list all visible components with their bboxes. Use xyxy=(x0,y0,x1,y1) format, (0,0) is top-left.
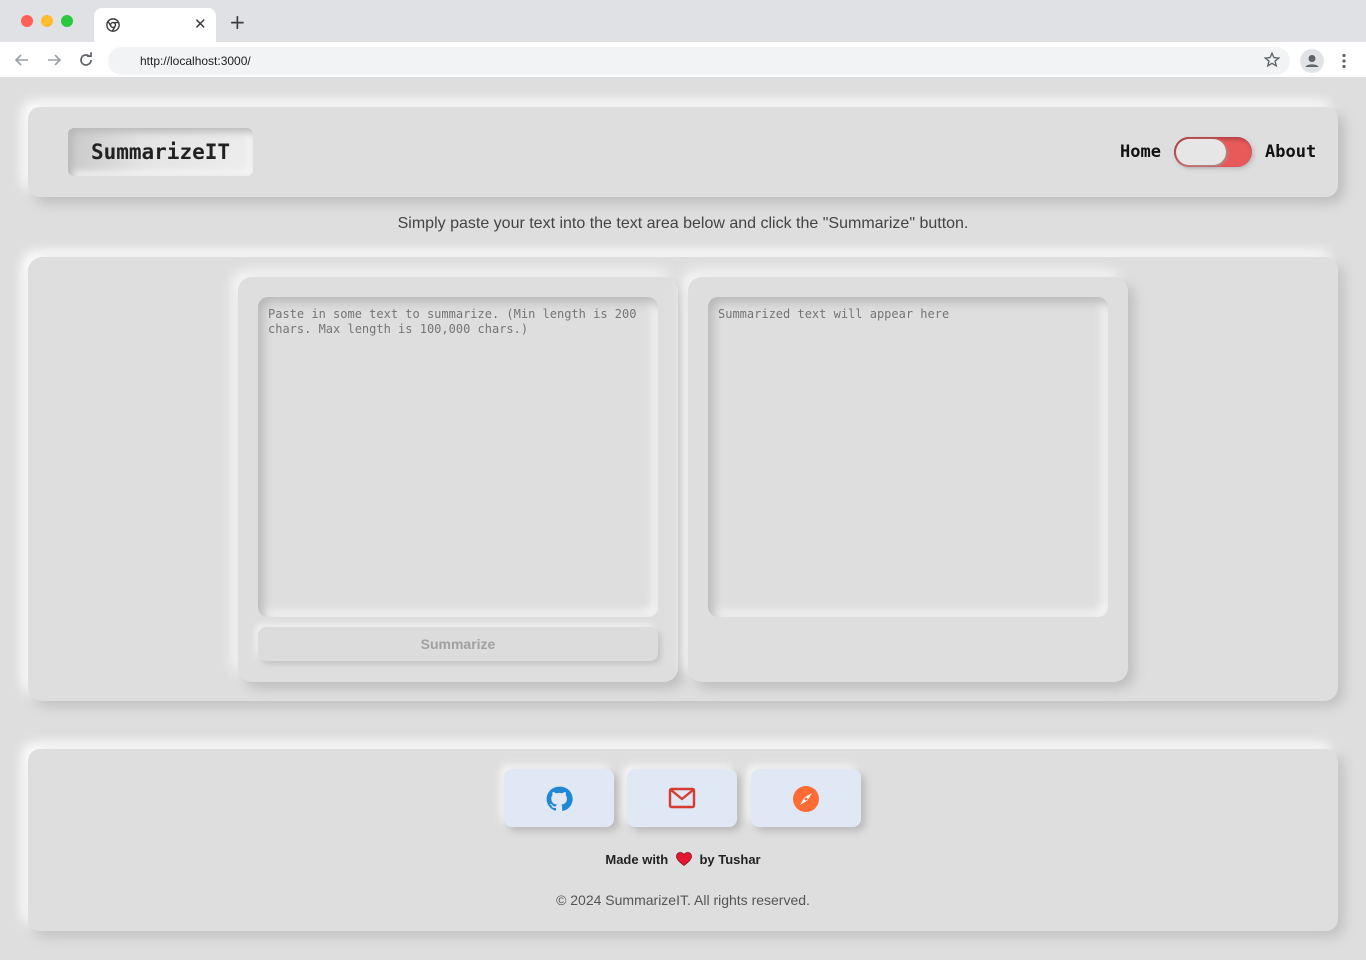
nav-about-link[interactable]: About xyxy=(1265,142,1316,162)
address-bar-url[interactable]: http://localhost:3000/ xyxy=(140,54,251,68)
bookmark-star-icon[interactable] xyxy=(1263,51,1281,69)
window-minimize-dot[interactable] xyxy=(41,15,53,27)
website-link-button[interactable] xyxy=(751,769,861,827)
browser-tab-bar: ✕ + xyxy=(0,0,1366,42)
made-with-suffix: by Tushar xyxy=(699,852,761,867)
input-card: Summarize xyxy=(238,277,678,682)
window-maximize-dot[interactable] xyxy=(61,15,73,27)
mail-icon xyxy=(668,787,696,809)
footer: Made with by Tushar © 2024 SummarizeIT. … xyxy=(28,749,1338,931)
tab-close-icon[interactable]: ✕ xyxy=(194,15,207,33)
output-textarea[interactable] xyxy=(708,297,1108,617)
app-logo[interactable]: SummarizeIT xyxy=(68,128,253,176)
email-link-button[interactable] xyxy=(627,769,737,827)
browser-toolbar: http://localhost:3000/ xyxy=(0,42,1366,78)
github-link-button[interactable] xyxy=(504,769,614,827)
app-header: SummarizeIT Home About xyxy=(28,107,1338,197)
theme-toggle[interactable] xyxy=(1174,137,1252,167)
input-textarea[interactable] xyxy=(258,297,658,617)
nav-home-link[interactable]: Home xyxy=(1120,142,1161,162)
profile-avatar[interactable] xyxy=(1300,49,1324,73)
back-arrow-icon[interactable] xyxy=(12,50,32,70)
compass-icon xyxy=(793,786,819,812)
intro-text: Simply paste your text into the text are… xyxy=(397,215,969,232)
person-icon xyxy=(1305,55,1319,67)
forward-arrow-icon[interactable] xyxy=(44,50,64,70)
chrome-favicon-icon xyxy=(106,18,120,32)
browser-tab[interactable]: ✕ xyxy=(94,8,216,42)
toggle-knob xyxy=(1176,139,1226,165)
made-with-credit: Made with by Tushar xyxy=(28,852,1338,867)
window-close-dot[interactable] xyxy=(21,15,33,27)
heart-icon xyxy=(675,852,692,866)
new-tab-button[interactable]: + xyxy=(229,12,246,32)
main-panel xyxy=(28,257,1338,701)
copyright-text: © 2024 SummarizeIT. All rights reserved. xyxy=(556,892,810,908)
github-icon xyxy=(546,786,573,811)
address-bar[interactable]: http://localhost:3000/ xyxy=(108,47,1290,75)
output-card xyxy=(688,277,1128,682)
summarize-button[interactable]: Summarize xyxy=(258,627,658,661)
made-with-prefix: Made with xyxy=(605,852,669,867)
browser-menu-icon[interactable] xyxy=(1335,52,1353,70)
reload-icon[interactable] xyxy=(76,50,96,70)
